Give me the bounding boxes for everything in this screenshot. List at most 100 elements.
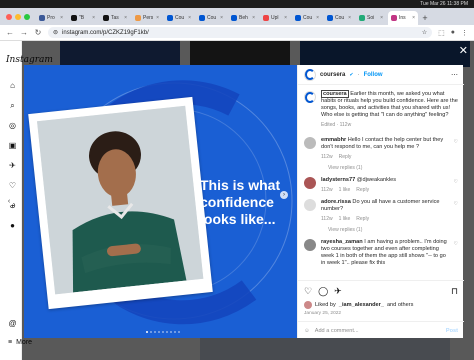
emoji-icon[interactable]: ☺ (304, 328, 310, 334)
like-heart-icon[interactable]: ♡ (304, 286, 312, 297)
reply-button[interactable]: Reply (356, 187, 369, 193)
add-comment-input[interactable]: Add a comment... (315, 328, 359, 334)
browser-tab[interactable]: "B × (68, 11, 98, 25)
comment-author[interactable]: adore.rissa (321, 199, 351, 205)
follow-button[interactable]: Follow (364, 72, 383, 78)
more-options-icon[interactable]: ⋯ (451, 71, 458, 79)
commenter-avatar[interactable] (304, 239, 316, 251)
close-tab-icon[interactable]: × (316, 15, 319, 21)
browser-tab[interactable]: Soi × (356, 11, 386, 25)
browser-menu-icon[interactable]: ⋮ (461, 29, 468, 37)
tab-favicon-icon (199, 15, 205, 21)
close-tab-icon[interactable]: × (188, 15, 191, 21)
liker-name[interactable]: _iam_alexander_ (339, 302, 384, 308)
close-tab-icon[interactable]: × (252, 15, 255, 21)
carousel-dots (146, 331, 180, 333)
bookmark-star-icon[interactable]: ☆ (422, 29, 427, 36)
save-bookmark-icon[interactable]: ⊓ (451, 286, 458, 297)
browser-tab[interactable]: Cou × (164, 11, 194, 25)
browser-tab[interactable]: Cou × (196, 11, 226, 25)
comment-author[interactable]: ladysterns77 (321, 177, 355, 183)
like-comment-heart-icon[interactable]: ♡ (454, 201, 458, 207)
back-arrow-icon[interactable]: ← (6, 28, 14, 37)
post-media: This is what confidence looks like... › (24, 65, 297, 338)
like-comment-heart-icon[interactable]: ♡ (454, 179, 458, 185)
share-plane-icon[interactable]: ✈ (334, 286, 342, 297)
close-tab-icon[interactable]: × (60, 15, 63, 21)
window-controls (6, 8, 30, 25)
commenter-avatar[interactable] (304, 199, 316, 211)
browser-tab[interactable]: Cou × (324, 11, 354, 25)
url-field[interactable]: ⊜ instagram.com/p/CZKZ19gF1kb/ ☆ (48, 27, 433, 38)
close-tab-icon[interactable]: × (348, 15, 351, 21)
browser-tab-active[interactable]: Ins × (388, 11, 418, 25)
caption-author[interactable]: coursera (321, 90, 349, 98)
browser-tab[interactable]: Cou × (292, 11, 322, 25)
profile-avatar-icon[interactable]: ● (8, 221, 17, 230)
comment-author[interactable]: emmabhr (321, 137, 346, 143)
tab-favicon-icon (359, 15, 365, 21)
reels-icon[interactable]: ▣ (8, 141, 17, 150)
minimize-window-button[interactable] (15, 13, 21, 20)
reply-button[interactable]: Reply (339, 154, 352, 160)
comment-item: adore.rissa Do you all have a customer s… (304, 199, 458, 222)
tab-favicon-icon (135, 15, 141, 21)
previous-post-chevron-icon[interactable]: ‹ (4, 196, 14, 206)
close-tab-icon[interactable]: × (412, 15, 415, 21)
browser-tab[interactable]: Pro × (36, 11, 66, 25)
search-icon[interactable]: ⌕ (8, 101, 17, 110)
like-comment-heart-icon[interactable]: ♡ (454, 139, 458, 145)
close-tab-icon[interactable]: × (124, 15, 127, 21)
reply-button[interactable]: Reply (356, 216, 369, 222)
view-replies-button[interactable]: View replies (1) (328, 165, 458, 171)
hamburger-icon: ≡ (8, 339, 13, 346)
tab-favicon-icon (103, 15, 109, 21)
commenter-avatar[interactable] (304, 137, 316, 149)
verified-badge-icon: ✔ (349, 71, 354, 78)
coursera-avatar[interactable] (304, 68, 316, 81)
close-tab-icon[interactable]: × (284, 15, 287, 21)
post-side-panel: coursera ✔ · Follow ⋯ coursera Earlier t… (297, 65, 464, 339)
explore-icon[interactable]: ◎ (8, 121, 17, 130)
liker-avatar[interactable] (304, 301, 312, 309)
forward-arrow-icon[interactable]: → (20, 28, 28, 37)
close-tab-icon[interactable]: × (156, 15, 159, 21)
post-date: January 25, 2022 (304, 311, 342, 316)
browser-tab[interactable]: Upl × (260, 11, 290, 25)
messages-icon[interactable]: ✈ (8, 161, 17, 170)
browser-tab[interactable]: Beh × (228, 11, 258, 25)
zoom-window-button[interactable] (24, 13, 30, 20)
add-comment-row: ☺ Add a comment... Post (298, 321, 464, 339)
profile-icon[interactable]: ● (451, 29, 455, 36)
view-replies-button[interactable]: View replies (1) (328, 227, 458, 233)
post-comment-button[interactable]: Post (446, 328, 458, 334)
site-info-icon[interactable]: ⊜ (53, 29, 58, 36)
close-tab-icon[interactable]: × (92, 15, 95, 21)
comment-bubble-icon[interactable]: ◯ (318, 286, 328, 297)
reload-icon[interactable]: ↻ (34, 28, 42, 37)
extensions-icon[interactable]: ⬚ (438, 29, 445, 37)
close-icon[interactable]: ✕ (459, 44, 468, 57)
comments-list[interactable]: coursera Earlier this month, we asked yo… (298, 85, 464, 280)
instagram-favicon-icon (391, 15, 397, 21)
carousel-dot (158, 331, 160, 333)
account-name[interactable]: coursera (320, 72, 345, 78)
close-window-button[interactable] (6, 13, 12, 20)
like-comment-heart-icon[interactable]: ♡ (454, 241, 458, 247)
browser-tab[interactable]: Tas × (100, 11, 130, 25)
carousel-dot (174, 331, 176, 333)
commenter-avatar[interactable] (304, 177, 316, 189)
next-slide-chevron-icon[interactable]: › (280, 191, 288, 199)
new-tab-button[interactable]: + (420, 11, 430, 25)
carousel-dot (150, 331, 152, 333)
tab-favicon-icon (39, 15, 45, 21)
close-tab-icon[interactable]: × (380, 15, 383, 21)
home-icon[interactable]: ⌂ (8, 81, 17, 90)
coursera-avatar[interactable] (304, 91, 316, 103)
comment-author[interactable]: rayesha_zaman (321, 239, 363, 245)
close-tab-icon[interactable]: × (220, 15, 223, 21)
notifications-icon[interactable]: ♡ (8, 181, 17, 190)
browser-tab[interactable]: Pers × (132, 11, 162, 25)
carousel-dot (154, 331, 156, 333)
threads-icon[interactable]: @ (8, 319, 17, 328)
